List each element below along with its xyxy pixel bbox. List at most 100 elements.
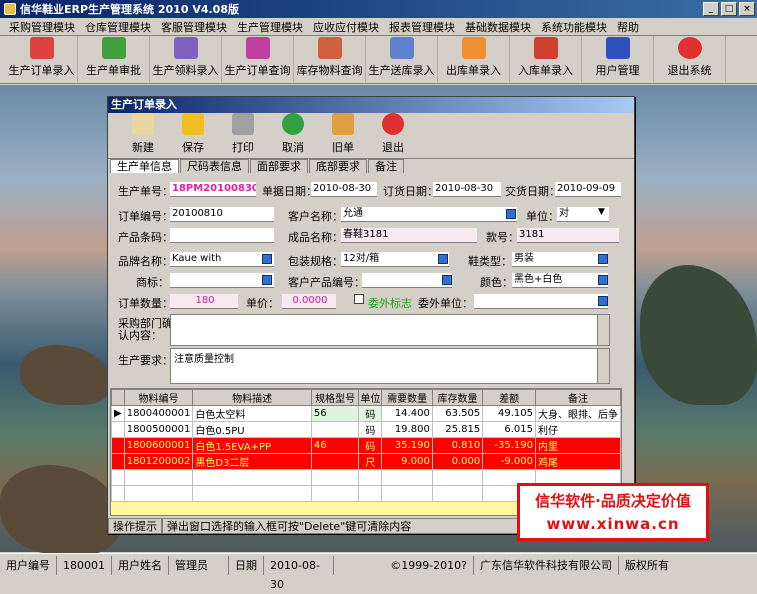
stock-query-button[interactable]: 库存物料查询 bbox=[294, 36, 366, 82]
col-header[interactable]: 需要数量 bbox=[381, 389, 433, 406]
table-row[interactable]: 1801200002 黑色D3二层 尺 9.000 0.000 -9.000 鸡… bbox=[111, 453, 621, 470]
menu-warehouse[interactable]: 仓库管理模块 bbox=[80, 19, 156, 35]
maximize-button[interactable]: □ bbox=[721, 2, 737, 16]
type-pick-icon[interactable] bbox=[598, 254, 608, 264]
menu-system[interactable]: 系统功能模块 bbox=[536, 19, 612, 35]
tab-sole[interactable]: 底部要求 bbox=[309, 159, 367, 173]
disk-icon bbox=[182, 113, 204, 135]
current-row-icon: ▶ bbox=[111, 405, 125, 422]
order-date-label: 单据日期： bbox=[262, 185, 317, 198]
scrollbar[interactable] bbox=[597, 349, 609, 383]
exit-system-button[interactable]: 退出系统 bbox=[654, 36, 726, 82]
tab-notes[interactable]: 备注 bbox=[368, 159, 404, 173]
tab-size[interactable]: 尺码表信息 bbox=[180, 159, 249, 173]
scrollbar[interactable] bbox=[597, 315, 609, 345]
pack-pick-icon[interactable] bbox=[438, 254, 448, 264]
table-row[interactable]: ▶ 1800400001 白色太空料 56 码 14.400 63.505 49… bbox=[111, 405, 621, 422]
old-order-button[interactable]: 旧单 bbox=[318, 113, 368, 158]
clipboard-icon bbox=[132, 113, 154, 135]
chevron-down-icon[interactable]: ▼ bbox=[598, 207, 605, 217]
date-label: 日期 bbox=[229, 555, 264, 575]
save-button[interactable]: 保存 bbox=[168, 113, 218, 158]
color-field[interactable]: 黑色+白色 bbox=[512, 273, 608, 288]
user-name-value: 管理员 bbox=[169, 555, 229, 575]
col-header[interactable]: 单位 bbox=[358, 389, 383, 406]
tab-upper[interactable]: 面部要求 bbox=[250, 159, 308, 173]
menu-service[interactable]: 客服管理模块 bbox=[156, 19, 232, 35]
col-header[interactable]: 物料编号 bbox=[123, 389, 194, 406]
outsource-checkbox[interactable] bbox=[354, 294, 364, 304]
qty-field[interactable]: 180 bbox=[170, 294, 238, 309]
pack-field[interactable]: 12对/箱 bbox=[341, 252, 449, 267]
book-date-field[interactable]: 2010-08-30 bbox=[433, 182, 501, 197]
prod-query-button[interactable]: 生产订单查询 bbox=[222, 36, 294, 82]
table-row[interactable]: 1800500001 白色0.5PU 码 19.800 25.815 6.015… bbox=[111, 421, 621, 438]
brand-label: 品牌名称： bbox=[118, 255, 173, 268]
col-header[interactable]: 差额 bbox=[482, 389, 536, 406]
tab-order-info[interactable]: 生产单信息 bbox=[110, 159, 179, 173]
prod-delivery-button[interactable]: 生产送库录入 bbox=[366, 36, 438, 82]
user-icon bbox=[605, 37, 630, 59]
outsource-unit-field[interactable] bbox=[474, 294, 608, 309]
pen-icon bbox=[245, 37, 270, 59]
window-toolbar: 新建 保存 打印 取消 旧单 退出 bbox=[108, 113, 634, 159]
pen-icon bbox=[173, 37, 198, 59]
print-button[interactable]: 打印 bbox=[218, 113, 268, 158]
power-icon bbox=[677, 37, 702, 59]
promo-banner[interactable]: 信华软件·品质决定价值 www.xinwa.cn bbox=[517, 483, 709, 541]
col-header[interactable]: 规格型号 bbox=[310, 389, 360, 406]
close-button[interactable]: × bbox=[739, 2, 755, 16]
customer-pick-icon[interactable] bbox=[506, 209, 516, 219]
menu-help[interactable]: 帮助 bbox=[612, 19, 644, 35]
color-pick-icon[interactable] bbox=[598, 275, 608, 285]
purchase-confirm-area[interactable] bbox=[170, 314, 610, 346]
barcode-field[interactable] bbox=[170, 228, 274, 243]
menu-reports[interactable]: 报表管理模块 bbox=[384, 19, 460, 35]
menu-finance[interactable]: 应收应付模块 bbox=[308, 19, 384, 35]
cust-code-field[interactable] bbox=[362, 273, 452, 288]
brand-pick-icon[interactable] bbox=[262, 254, 272, 264]
prod-order-entry-button[interactable]: 生产订单录入 bbox=[6, 36, 78, 82]
new-button[interactable]: 新建 bbox=[118, 113, 168, 158]
menu-purchase[interactable]: 采购管理模块 bbox=[4, 19, 80, 35]
pen-icon bbox=[389, 37, 414, 59]
folder-icon bbox=[332, 113, 354, 135]
minimize-button[interactable]: _ bbox=[703, 2, 719, 16]
brand-field[interactable]: Kaue with bbox=[170, 252, 274, 267]
table-row[interactable]: 1800600001 白色1.5EVA+PP 46 码 35.190 0.810… bbox=[111, 437, 621, 454]
outbound-button[interactable]: 出库单录入 bbox=[438, 36, 510, 82]
menu-basedata[interactable]: 基础数据模块 bbox=[460, 19, 536, 35]
inbound-button[interactable]: 入库单录入 bbox=[510, 36, 582, 82]
cust-code-pick-icon[interactable] bbox=[442, 275, 452, 285]
customer-field[interactable]: 允通 bbox=[341, 207, 517, 222]
col-header[interactable]: 库存数量 bbox=[431, 389, 484, 406]
company-text: 广东信华软件科技有限公司 bbox=[474, 555, 619, 575]
cancel-button[interactable]: 取消 bbox=[268, 113, 318, 158]
trademark-pick-icon[interactable] bbox=[262, 275, 272, 285]
trademark-field[interactable] bbox=[170, 273, 274, 288]
user-name-label: 用户姓名 bbox=[112, 555, 169, 575]
order-date-field[interactable]: 2010-08-30 bbox=[311, 182, 377, 197]
user-no-value: 180001 bbox=[57, 555, 112, 575]
order-code-label: 订单编号： bbox=[118, 210, 173, 223]
requirement-area[interactable]: 注意质量控制 bbox=[170, 348, 610, 384]
user-mgmt-button[interactable]: 用户管理 bbox=[582, 36, 654, 82]
prod-approve-button[interactable]: 生产单审批 bbox=[78, 36, 150, 82]
outsource-pick-icon[interactable] bbox=[598, 296, 608, 306]
rock-shape bbox=[0, 465, 120, 555]
exit-button[interactable]: 退出 bbox=[368, 113, 418, 158]
col-header[interactable]: 备注 bbox=[535, 389, 621, 406]
menu-production[interactable]: 生产管理模块 bbox=[232, 19, 308, 35]
product-field[interactable]: 春鞋3181 bbox=[341, 228, 477, 243]
order-no-field[interactable]: 18PM20100830001 bbox=[170, 182, 256, 197]
menu-bar: 采购管理模块 仓库管理模块 客服管理模块 生产管理模块 应收应付模块 报表管理模… bbox=[0, 18, 757, 36]
order-code-field[interactable]: 20100810 bbox=[170, 207, 274, 222]
refresh-icon bbox=[282, 113, 304, 135]
type-field[interactable]: 男装 bbox=[512, 252, 608, 267]
col-header[interactable]: 物料描述 bbox=[192, 389, 312, 406]
prod-material-button[interactable]: 生产领料录入 bbox=[150, 36, 222, 82]
price-field[interactable]: 0.0000 bbox=[282, 294, 336, 309]
deliver-date-field[interactable]: 2010-09-09 bbox=[555, 182, 621, 197]
rock-shape bbox=[640, 265, 757, 405]
style-no-field[interactable]: 3181 bbox=[517, 228, 619, 243]
